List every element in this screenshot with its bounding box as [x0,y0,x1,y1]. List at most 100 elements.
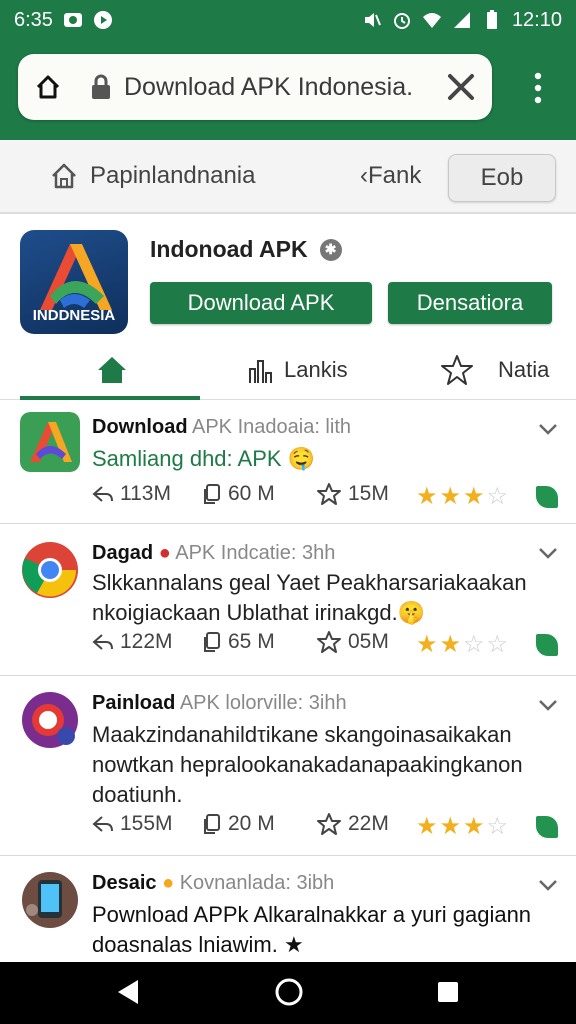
url-bar[interactable]: Download APK Indonesia. [18,54,492,120]
copy-icon [204,632,220,652]
tab-natia-label: Natia [498,357,550,382]
wifi-icon [422,13,441,28]
star-stat[interactable]: 22M [316,812,389,836]
house-icon [52,163,76,189]
close-icon[interactable] [446,72,476,102]
chevron-down-icon[interactable] [538,546,558,560]
star-stat[interactable]: 15M [316,482,389,506]
back-link[interactable]: ‹Fank [360,162,421,190]
signal-icon [453,12,470,28]
home-tab-icon [98,357,126,383]
copy-icon [204,814,220,834]
post-header: Download APK Inadoaia: lith [92,416,351,439]
share-icon [92,816,113,832]
app-title: Indonoad APK ✱ [150,236,342,263]
system-nav-bar [0,962,576,1024]
recents-icon[interactable] [436,980,460,1004]
post-meta: APK lolorville: 3ihh [179,692,347,714]
chevron-down-icon[interactable] [538,878,558,892]
tab-lankis[interactable]: Lankis [248,342,348,398]
share-count: 113M [120,482,171,505]
post-body: Samliang dhd: APK 🤤 [92,446,316,471]
app-icon [20,412,80,472]
star-outline-icon [317,631,341,653]
post-title: Painload [92,692,176,714]
star-rating: ★ ★ ★ ☆ [416,812,508,841]
share-stat[interactable]: 113M [92,482,171,506]
share-stat[interactable]: 122M [92,630,173,654]
rating-star-icon: ★ [439,813,462,840]
rating-star-icon: ★ [439,483,462,510]
copy-stat[interactable]: 65 M [202,630,275,654]
post-stats: 122M 65 M 05M ★ ★ ☆ ☆ [92,630,562,660]
star-icon [441,355,473,385]
app-name: Indonoad APK [150,236,308,262]
rating-star-icon: ☆ [486,631,509,658]
post-title: Desaic [92,872,157,894]
more-vert-icon[interactable] [526,68,550,108]
clock-left: 6:35 [14,8,53,31]
share-stat[interactable]: 155M [92,812,173,836]
post-header: Desaic ● Kovnanlada: 3ibh [92,872,334,895]
copy-count: 60 M [228,482,275,505]
post-body: Slkkannalans geal Yaet Peakharsariakaaka… [92,570,527,625]
list-item[interactable]: Dagad ● APK Indcatie: 3hh Slkkannalans g… [0,524,576,676]
home-link[interactable]: Papinlandnania [50,162,255,190]
download-apk-button[interactable]: Download APK [150,282,372,324]
share-icon [92,634,113,650]
share-count: 155M [120,812,173,835]
post-meta: Kovnanlada: 3ibh [179,872,335,894]
eob-button[interactable]: Eob [448,154,556,202]
post-meta: APK Indcatie: 3hh [175,542,336,564]
tab-lankis-label: Lankis [284,357,348,382]
copy-icon [204,484,220,504]
home-icon[interactable] [34,73,62,101]
back-icon[interactable] [116,978,140,1006]
post-body: Pownload APPk Alkaralnakkar a yuri gagia… [92,902,532,957]
alarm-icon [393,13,410,29]
tab-home[interactable] [96,342,128,398]
chevron-down-icon[interactable] [538,422,558,436]
post-stats: 155M 20 M 22M ★ ★ ★ ☆ [92,812,562,842]
secondary-button[interactable]: Densatiora [388,282,552,324]
rating-star-icon: ★ [463,813,485,840]
url-text[interactable]: Download APK Indonesia. [124,73,413,102]
copy-stat[interactable]: 60 M [202,482,275,506]
post-title: Dagad [92,542,154,564]
rating-star-icon: ☆ [463,631,485,658]
copy-count: 20 M [228,812,275,835]
rating-star-icon: ★ [463,483,485,510]
copy-stat[interactable]: 20 M [202,812,275,836]
leaf-icon [536,816,558,838]
post-body: Maakzindanahildτikane skangoinasaikakan … [92,722,523,807]
list-item[interactable]: Painload APK lolorville: 3ihh Maakzindan… [0,676,576,856]
emoji-icon: ● [162,872,175,894]
app-logo: INDDNESIA [20,230,128,334]
chart-icon [249,360,272,383]
home-circle-icon[interactable] [274,977,304,1007]
browser-toolbar: Download APK Indonesia. [0,40,576,140]
post-header: Painload APK lolorville: 3ihh [92,692,347,715]
lock-icon [92,74,110,99]
angry-emoji-icon: ● [158,542,171,564]
star-count: 05M [348,630,389,653]
rating-star-icon: ★ [439,631,462,658]
message-icon [63,13,82,27]
post-title: Download [92,416,188,438]
sub-navigation: Papinlandnania ‹Fank Eob [0,140,576,214]
tab-bar: Lankis Natia [0,342,576,400]
share-icon [92,486,113,502]
app-icon [22,692,78,748]
list-item[interactable]: Download APK Inadoaia: lith Samliang dhd… [0,400,576,524]
share-count: 122M [120,630,173,653]
rating-star-icon: ★ [416,631,438,658]
clock-right: 12:10 [511,8,562,31]
status-bar: 6:35 12:10 [0,0,576,40]
leaf-icon [536,634,558,656]
tab-natia[interactable]: Natia [440,342,549,398]
star-stat[interactable]: 05M [316,630,389,654]
list-item[interactable]: Desaic ● Kovnanlada: 3ibh Pownload APPk … [0,856,576,962]
copy-count: 65 M [228,630,275,653]
chevron-down-icon[interactable] [538,698,558,712]
mute-icon [364,13,381,27]
